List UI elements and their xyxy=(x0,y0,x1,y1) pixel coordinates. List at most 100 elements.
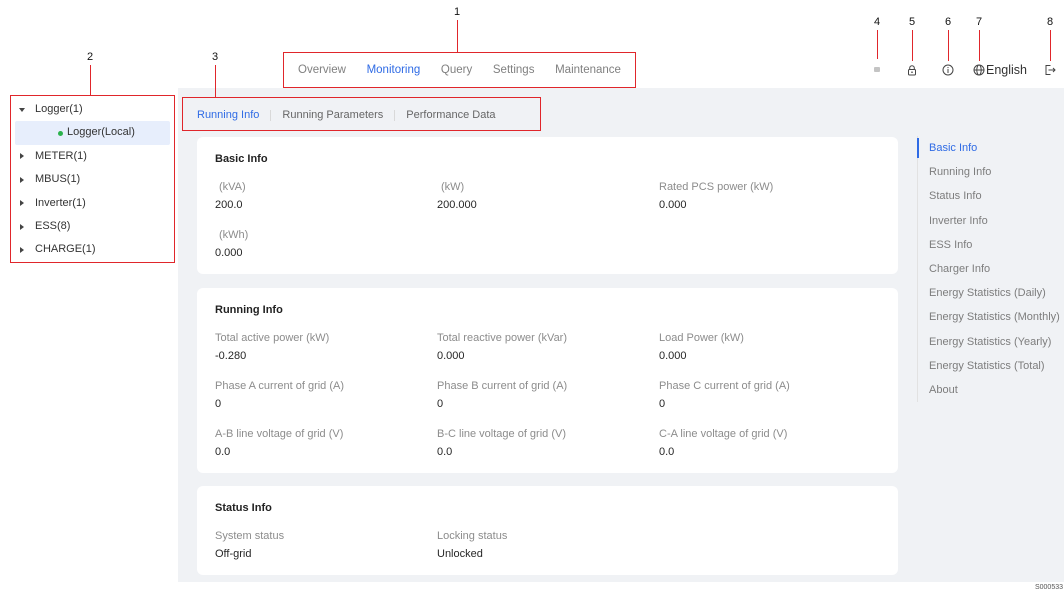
callout-line-2 xyxy=(90,65,91,95)
anchor-basic-info[interactable]: Basic Info xyxy=(917,136,1060,160)
field-value: 0 xyxy=(437,397,444,410)
tree-item-inverter[interactable]: Inverter(1) xyxy=(15,192,170,215)
callout-line-6 xyxy=(948,30,949,61)
card-title: Running Info xyxy=(215,303,283,316)
field-grid: Total active power (kW) -0.280 Total rea… xyxy=(215,329,880,461)
tree-item-charge[interactable]: CHARGE(1) xyxy=(15,238,170,261)
anchor-energy-yearly[interactable]: Energy Statistics (Yearly) xyxy=(918,330,1060,354)
content-area: Running Info Running Parameters Performa… xyxy=(178,88,1064,582)
field-phase-b-current: Phase B current of grid (A) 0 xyxy=(437,377,659,413)
globe-icon xyxy=(973,64,985,76)
anchor-running-info[interactable]: Running Info xyxy=(918,160,1060,184)
field-label: C-A line voltage of grid (V) xyxy=(659,427,788,440)
caret-icon[interactable] xyxy=(20,247,24,254)
field-system-status: System status Off-grid xyxy=(215,527,437,563)
tab-running-parameters[interactable]: Running Parameters xyxy=(282,106,383,124)
top-header: Overview Monitoring Query Settings Maint… xyxy=(0,0,1064,88)
tab-performance-data[interactable]: Performance Data xyxy=(406,106,495,124)
field-locking-status: Locking status Unlocked xyxy=(437,527,659,563)
field-rated-power: (kW) 200.000 xyxy=(437,178,659,214)
field-label: System status xyxy=(215,530,285,542)
field-value: 200.000 xyxy=(437,199,477,211)
anchor-inverter-info[interactable]: Inverter Info xyxy=(918,209,1060,233)
tree-item-label: Inverter(1) xyxy=(35,196,86,209)
field-value: Off-grid xyxy=(215,548,252,560)
field-label: Total active power (kW) xyxy=(215,331,330,344)
field-label: (kW) xyxy=(441,181,465,193)
field-label: (kWh) xyxy=(219,229,249,241)
callout-number-2: 2 xyxy=(86,51,94,63)
tree-item-ess[interactable]: ESS(8) xyxy=(15,215,170,238)
field-value: -0.280 xyxy=(215,349,247,362)
callout-line-5 xyxy=(912,30,913,61)
anchor-charger-info[interactable]: Charger Info xyxy=(918,257,1060,281)
info-icon[interactable] xyxy=(942,64,954,76)
tree-item-label: METER(1) xyxy=(35,149,87,162)
callout-line-7 xyxy=(979,30,980,61)
anchor-energy-daily[interactable]: Energy Statistics (Daily) xyxy=(918,281,1060,305)
main-nav-annotated: Overview Monitoring Query Settings Maint… xyxy=(283,52,636,88)
field-value: 0 xyxy=(215,397,222,410)
field-label: Locking status xyxy=(437,530,508,542)
field-rated-pcs-power: Rated PCS power (kW) 0.000 xyxy=(659,178,880,214)
callout-number-1: 1 xyxy=(453,6,461,18)
nav-tab-query[interactable]: Query xyxy=(441,62,472,78)
logout-icon[interactable] xyxy=(1044,64,1056,76)
tab-running-info[interactable]: Running Info xyxy=(197,106,259,124)
callout-line-1 xyxy=(457,20,458,52)
nav-tab-monitoring[interactable]: Monitoring xyxy=(367,62,421,78)
field-value: 0.0 xyxy=(659,445,675,458)
nav-tab-settings[interactable]: Settings xyxy=(493,62,535,78)
field-load-power: Load Power (kW) 0.000 xyxy=(659,329,880,365)
language-label: English xyxy=(986,63,1027,77)
anchor-energy-monthly[interactable]: Energy Statistics (Monthly) xyxy=(918,305,1060,329)
field-value: 0.0 xyxy=(215,445,231,458)
tree-item-meter[interactable]: METER(1) xyxy=(15,145,170,168)
callout-line-8 xyxy=(1050,30,1051,61)
field-total-reactive-power: Total reactive power (kVar) 0.000 xyxy=(437,329,659,365)
tree-item-label: ESS(8) xyxy=(35,219,71,232)
field-label: Total reactive power (kVar) xyxy=(437,331,568,344)
caret-icon[interactable] xyxy=(20,223,24,230)
tree-item-label: MBUS(1) xyxy=(35,173,81,186)
callout-number-5: 5 xyxy=(908,16,916,28)
anchor-energy-total[interactable]: Energy Statistics (Total) xyxy=(918,354,1060,378)
caret-icon[interactable] xyxy=(20,153,24,160)
caret-icon[interactable] xyxy=(19,107,25,112)
alarm-icon[interactable] xyxy=(874,67,880,72)
anchor-about[interactable]: About xyxy=(918,378,1060,402)
field-label: A-B line voltage of grid (V) xyxy=(215,427,344,440)
field-label: (kVA) xyxy=(219,181,246,193)
nav-tab-maintenance[interactable]: Maintenance xyxy=(555,62,621,78)
field-ab-line-voltage: A-B line voltage of grid (V) 0.0 xyxy=(215,425,437,461)
field-bc-line-voltage: B-C line voltage of grid (V) 0.0 xyxy=(437,425,659,461)
callout-number-7: 7 xyxy=(975,16,983,28)
card-title: Status Info xyxy=(215,502,272,514)
basic-info-card: Basic Info (kVA) 200.0 (kW) 200.000 Rate… xyxy=(197,137,898,274)
tree-item-logger[interactable]: Logger(1) xyxy=(15,98,170,121)
field-value: Unlocked xyxy=(437,548,483,560)
tab-divider xyxy=(270,109,272,121)
info-cards: Basic Info (kVA) 200.0 (kW) 200.000 Rate… xyxy=(197,137,898,582)
tree-item-mbus[interactable]: MBUS(1) xyxy=(15,168,170,191)
field-value: 0.000 xyxy=(659,349,687,362)
callout-number-6: 6 xyxy=(944,16,952,28)
caret-icon[interactable] xyxy=(20,176,24,183)
caret-icon[interactable] xyxy=(20,200,24,207)
tree-item-logger-local[interactable]: Logger(Local) xyxy=(15,121,170,145)
device-sidebar: Logger(1) Logger(Local) METER(1) MBUS(1)… xyxy=(0,88,178,582)
language-selector[interactable]: English xyxy=(973,62,1027,78)
callout-line-3 xyxy=(215,65,216,97)
field-value: 0.0 xyxy=(437,445,453,458)
nav-tab-overview[interactable]: Overview xyxy=(298,62,346,78)
sub-tabs: Running Info Running Parameters Performa… xyxy=(197,106,496,124)
anchor-ess-info[interactable]: ESS Info xyxy=(918,233,1060,257)
section-anchor-nav: Basic Info Running Info Status Info Inve… xyxy=(917,136,1060,403)
callout-number-8: 8 xyxy=(1046,16,1054,28)
field-phase-c-current: Phase C current of grid (A) 0 xyxy=(659,377,880,413)
anchor-status-info[interactable]: Status Info xyxy=(918,184,1060,208)
field-label: Phase B current of grid (A) xyxy=(437,379,568,392)
field-rated-apparent-power: (kVA) 200.0 xyxy=(215,178,437,214)
lock-icon[interactable] xyxy=(906,64,918,76)
online-status-icon xyxy=(58,130,63,136)
